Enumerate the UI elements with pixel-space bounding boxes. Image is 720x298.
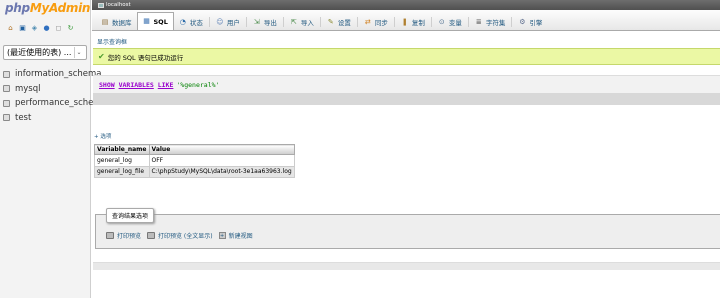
tab-item[interactable]: ⇲ 导出 <box>248 14 282 30</box>
tab-item[interactable]: ⇄ 同步 <box>359 14 393 30</box>
tab-icon: ☺ <box>216 17 224 26</box>
database-icon <box>3 70 10 78</box>
print-icon <box>147 232 156 239</box>
column-header-value[interactable]: Value <box>148 144 295 155</box>
table-cell: C:\phpStudy\MySQL\data\root-3e1aa63963.l… <box>148 165 295 178</box>
database-icon <box>3 114 10 122</box>
tab-icon: ◔ <box>179 17 186 26</box>
tab-separator <box>282 17 284 27</box>
tab-icon: ⇲ <box>253 17 260 26</box>
main-panel: localhost ▤ 数据库 ▦ SQL ◔ 状态 ☺ 用户 ⇲ 导出 ⇱ 导入 ✎ 设置 ⇄ 同步 ❚ 复制 ⊙… <box>92 0 720 298</box>
tab-label: 复制 <box>411 19 425 27</box>
check-icon: ✔ <box>98 52 105 61</box>
sql-keyword-variables[interactable]: VARIABLES <box>119 81 154 89</box>
navigation-panel: phpMyAdmin ⌂ ▣ ◈ ● ◻ ↻ (最近使用的表) ... ⌄ in… <box>0 0 107 298</box>
tab-label: 数据库 <box>112 19 132 27</box>
tab-item[interactable]: ≣ 字符集 <box>470 14 511 30</box>
results-table: Variable_name Value general_log OFF gene… <box>94 144 295 178</box>
show-query-box-link[interactable]: 显示查询框 <box>97 37 127 46</box>
print-view-full-link[interactable]: 打印预览 (全文显示) <box>158 231 213 240</box>
table-row[interactable]: general_log OFF <box>94 154 295 167</box>
table-cell: general_log_file <box>94 165 150 178</box>
create-view-link[interactable]: 新建视图 <box>229 231 253 240</box>
tab-item[interactable]: ⊙ 变量 <box>433 14 467 30</box>
tab-icon: ✎ <box>327 17 334 26</box>
tab-icon: ▤ <box>101 17 109 26</box>
tab-item[interactable]: ⚙ 引擎 <box>513 14 547 30</box>
tab-label: 设置 <box>337 19 351 27</box>
bottom-bar <box>93 262 720 270</box>
tab-item[interactable]: ✎ 设置 <box>322 14 356 30</box>
tab-icon: ⚙ <box>519 17 526 26</box>
tab-separator <box>511 17 513 27</box>
tab-label: 状态 <box>189 19 203 27</box>
print-icon <box>106 232 114 239</box>
tab-separator <box>356 17 358 27</box>
sql-keyword-like[interactable]: LIKE <box>158 81 174 89</box>
sql-query-display: SHOW VARIABLES LIKE '%general%' <box>93 75 720 93</box>
query-results-operations: 查询结果选项 打印预览 打印预览 (全文显示) + 新建视图 <box>95 208 720 249</box>
tab-item[interactable]: ◔ 状态 <box>174 14 208 30</box>
sql-string: '%general%' <box>176 80 220 89</box>
tab-label: 同步 <box>374 19 388 27</box>
tab-separator <box>393 17 395 27</box>
column-header-variable-name[interactable]: Variable_name <box>94 144 150 155</box>
top-menu-tabs: ▤ 数据库 ▦ SQL ◔ 状态 ☺ 用户 ⇲ 导出 ⇱ 导入 ✎ 设置 ⇄ 同步 ❚ 复制 ⊙ 变量 ≣ 字符集 ⚙ 引擎 <box>92 10 720 31</box>
recent-tables-select[interactable]: (最近使用的表) ... ⌄ <box>3 45 87 60</box>
table-cell: general_log <box>94 154 150 167</box>
tab-item[interactable]: ❚ 复制 <box>396 14 430 30</box>
breadcrumb-server[interactable]: localhost <box>98 2 131 8</box>
tab-icon: ▦ <box>143 17 150 25</box>
tab-icon: ≣ <box>475 17 482 26</box>
docs-icon[interactable]: ● <box>42 24 51 33</box>
tab-label: 用户 <box>226 19 240 27</box>
sql-keyword-show[interactable]: SHOW <box>99 81 115 89</box>
table-row[interactable]: general_log_file C:\phpStudy\MySQL\data\… <box>94 165 295 178</box>
phpmyadmin-logo[interactable]: phpMyAdmin <box>5 1 90 15</box>
tab-item[interactable]: ☺ 用户 <box>211 14 245 30</box>
home-icon[interactable]: ⌂ <box>6 24 15 33</box>
navigation-icons: ⌂ ▣ ◈ ● ◻ ↻ <box>6 24 75 33</box>
tab-separator <box>467 17 469 27</box>
breadcrumb: localhost <box>92 0 720 10</box>
tab-item[interactable]: ⇱ 导入 <box>285 14 319 30</box>
ops-legend: 查询结果选项 <box>106 208 155 223</box>
success-message: ✔ 您的 SQL 语句已成功运行 <box>93 48 720 65</box>
ops-links: 打印预览 打印预览 (全文显示) + 新建视图 <box>106 231 253 240</box>
reload-icon[interactable]: ↻ <box>66 24 75 33</box>
success-text: 您的 SQL 语句已成功运行 <box>107 53 184 62</box>
tab-separator <box>208 17 210 27</box>
tab-icon: ❚ <box>401 17 408 26</box>
tab-separator <box>430 17 432 27</box>
sql-query-toolbar <box>93 93 720 105</box>
tab-label: SQL <box>153 17 168 26</box>
settings-icon[interactable]: ◻ <box>54 24 63 33</box>
recent-tables-value: (最近使用的表) ... <box>7 48 72 57</box>
query-window-icon[interactable]: ◈ <box>30 24 39 33</box>
tab-separator <box>319 17 321 27</box>
logout-icon[interactable]: ▣ <box>18 24 27 33</box>
tab-label: 导出 <box>263 19 277 27</box>
tab-label: 导入 <box>300 19 314 27</box>
tab-icon: ⇄ <box>364 17 371 26</box>
tab-label: 字符集 <box>485 19 506 27</box>
tab-icon: ⇱ <box>290 17 297 26</box>
tab-icon: ⊙ <box>438 17 445 26</box>
tab-item[interactable]: ▤ 数据库 <box>96 14 137 30</box>
view-icon: + <box>218 232 226 239</box>
tab-separator <box>245 17 247 27</box>
chevron-down-icon: ⌄ <box>74 47 83 58</box>
tab-label: 变量 <box>448 19 462 27</box>
options-link[interactable]: + 选项 <box>94 132 111 140</box>
database-icon <box>3 85 10 93</box>
table-cell: OFF <box>148 154 295 167</box>
tab-label: 引擎 <box>529 19 543 27</box>
server-icon <box>98 2 104 8</box>
database-icon <box>3 99 10 107</box>
tab-sql[interactable]: ▦ SQL <box>136 12 174 30</box>
print-view-link[interactable]: 打印预览 <box>117 231 141 240</box>
